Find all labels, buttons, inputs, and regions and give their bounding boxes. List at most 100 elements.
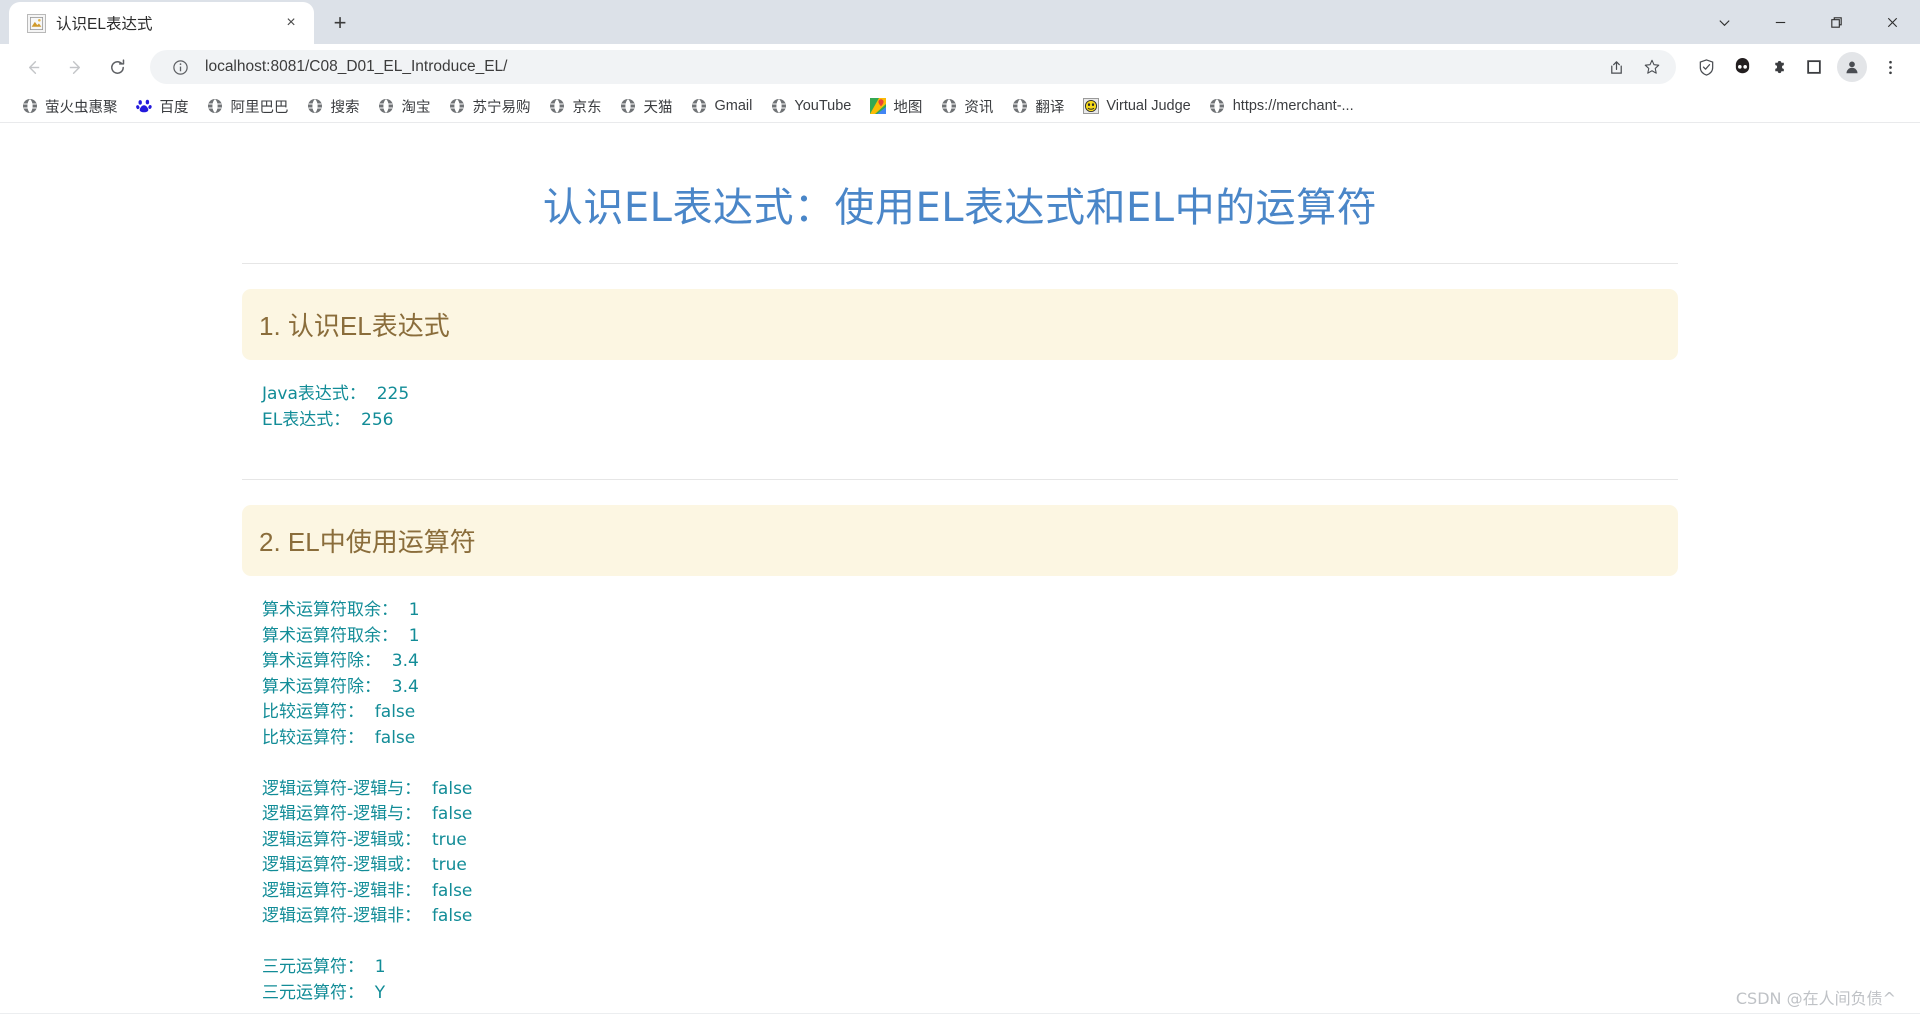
window-controls (1696, 0, 1920, 44)
bookmark-item[interactable]: 萤火虫惠聚 (12, 92, 127, 121)
page-title: 认识EL表达式：使用EL表达式和EL中的运算符 (542, 185, 1378, 231)
output-line: 逻辑运算符-逻辑非： false (262, 906, 473, 926)
section-1-heading: 1. 认识EL表达式 (242, 289, 1678, 360)
tab-strip: 认识EL表达式 × + (0, 0, 1920, 44)
share-icon[interactable] (1600, 51, 1632, 83)
output-line: 逻辑运算符-逻辑非： false (262, 880, 473, 901)
globe-icon (307, 98, 324, 115)
page-content: 认识EL表达式：使用EL表达式和EL中的运算符 1. 认识EL表达式 Java表… (0, 123, 1920, 1021)
output-line: 比较运算符： false (262, 702, 416, 722)
bookmark-item[interactable]: 翻译 (1002, 92, 1073, 121)
bookmark-label: 萤火虫惠聚 (45, 99, 118, 116)
globe-icon (549, 98, 566, 115)
globe-icon (449, 98, 466, 115)
bookmark-item[interactable]: 苏宁易购 (440, 92, 540, 121)
globe-icon (1209, 98, 1226, 115)
address-bar[interactable]: localhost:8081/C08_D01_EL_Introduce_EL/ (150, 50, 1676, 84)
output-line: EL表达式： 256 (262, 409, 394, 430)
bookmark-item[interactable]: 阿里巴巴 (198, 92, 298, 121)
bookmark-label: 阿里巴巴 (230, 99, 289, 116)
output-line: 逻辑运算符-逻辑或： true (262, 855, 467, 875)
output-line: 算术运算符取余： 1 (262, 625, 420, 646)
back-icon[interactable] (14, 48, 52, 86)
extensions-puzzle-icon[interactable] (1762, 51, 1794, 83)
tab-active[interactable]: 认识EL表达式 × (9, 2, 314, 44)
output-line: 三元运算符： Y (262, 982, 386, 1003)
bookmark-label: YouTube (794, 98, 852, 114)
bookmark-star-icon[interactable] (1636, 51, 1668, 83)
globe-icon (207, 98, 224, 115)
bookmark-label: 地图 (893, 99, 923, 116)
navigation-toolbar: localhost:8081/C08_D01_EL_Introduce_EL/ (0, 44, 1920, 90)
section-1: 1. 认识EL表达式 Java表达式： 225 EL表达式： 256 (242, 289, 1678, 433)
bookmark-label: 天猫 (643, 99, 673, 116)
section-2: 2. EL中使用运算符 算术运算符取余： 1 算术运算符取余： 1 算术运算符除… (242, 505, 1678, 1006)
profile-avatar-icon[interactable] (1837, 52, 1867, 82)
bookmark-item[interactable]: 天猫 (611, 92, 682, 121)
reload-icon[interactable] (98, 48, 136, 86)
browser-window: 认识EL表达式 × + localhost:8081/C08_D01_EL_In… (0, 0, 1920, 1021)
tab-list-button[interactable] (1696, 0, 1752, 44)
bookmark-label: 淘宝 (401, 99, 431, 116)
divider-middle (242, 479, 1678, 480)
shield-icon[interactable] (1690, 51, 1722, 83)
bookmark-item[interactable]: Virtual Judge (1073, 94, 1199, 119)
output-line: 三元运算符： 1 (262, 957, 386, 977)
globe-icon (378, 98, 395, 115)
output-line: 算术运算符除： 3.4 (262, 676, 419, 697)
smiley-icon (1082, 98, 1099, 115)
bookmark-label: 搜索 (330, 99, 360, 116)
output-line: 算术运算符取余： 1 (262, 600, 420, 620)
bookmark-item[interactable]: YouTube (761, 94, 860, 119)
bookmark-label: Virtual Judge (1106, 98, 1191, 114)
minimize-button[interactable] (1752, 0, 1808, 44)
browser-menu-icon[interactable] (1874, 51, 1906, 83)
tab-favicon-icon (27, 13, 46, 33)
url-text[interactable]: localhost:8081/C08_D01_EL_Introduce_EL/ (205, 58, 1591, 76)
pocket-icon[interactable] (1726, 51, 1758, 83)
maximize-restore-button[interactable] (1808, 0, 1864, 44)
bookmark-label: Gmail (714, 98, 753, 114)
globe-icon (620, 98, 637, 115)
content-container: 1. 认识EL表达式 Java表达式： 225 EL表达式： 256 2. EL… (242, 263, 1678, 1021)
bookmark-item[interactable]: 地图 (860, 92, 931, 121)
section-1-body: Java表达式： 225 EL表达式： 256 (242, 360, 1678, 433)
output-line: 比较运算符： false (262, 727, 416, 748)
bookmark-item[interactable]: 淘宝 (369, 92, 440, 121)
bookmark-item[interactable]: 搜索 (298, 92, 369, 121)
globe-icon (940, 98, 957, 115)
forward-icon[interactable] (56, 48, 94, 86)
page-viewport: 认识EL表达式：使用EL表达式和EL中的运算符 1. 认识EL表达式 Java表… (0, 123, 1920, 1021)
bookmark-label: 资讯 (964, 99, 994, 116)
maps-icon (869, 98, 886, 115)
new-tab-button[interactable]: + (322, 5, 358, 41)
bookmark-item[interactable]: https://merchant-... (1200, 94, 1363, 119)
bookmark-label: 翻译 (1035, 99, 1065, 116)
address-bar-actions (1600, 51, 1668, 83)
section-2-body: 算术运算符取余： 1 算术运算符取余： 1 算术运算符除： 3.4 算术运算符除… (242, 576, 1678, 1006)
bottom-strip (0, 1013, 1920, 1021)
bookmark-label: https://merchant-... (1232, 98, 1354, 114)
output-line: 逻辑运算符-逻辑或： true (262, 829, 467, 850)
globe-icon (21, 98, 38, 115)
output-line: 逻辑运算符-逻辑与： false (262, 804, 473, 824)
close-window-button[interactable] (1864, 0, 1920, 44)
bookmarks-bar: 萤火虫惠聚 百度 阿里巴巴 搜索 淘宝 苏宁易购 京东 天猫 Gmail You… (0, 90, 1920, 123)
section-2-heading: 2. EL中使用运算符 (242, 505, 1678, 576)
watermark: CSDN @在人间负债^ (1735, 989, 1896, 1008)
globe-icon (1011, 98, 1028, 115)
close-icon[interactable]: × (278, 10, 304, 36)
bookmark-item[interactable]: 资讯 (931, 92, 1002, 121)
site-info-icon[interactable] (164, 51, 196, 83)
output-line: 算术运算符除： 3.4 (262, 651, 419, 671)
output-line: 逻辑运算符-逻辑与： false (262, 778, 473, 799)
output-line: Java表达式： 225 (262, 384, 410, 404)
bookmark-item[interactable]: 京东 (540, 92, 611, 121)
bookmark-item[interactable]: Gmail (682, 94, 762, 119)
bookmark-item[interactable]: 百度 (127, 92, 198, 121)
bookmark-label: 百度 (159, 99, 189, 116)
globe-icon (691, 98, 708, 115)
sidebar-icon[interactable] (1798, 51, 1830, 83)
